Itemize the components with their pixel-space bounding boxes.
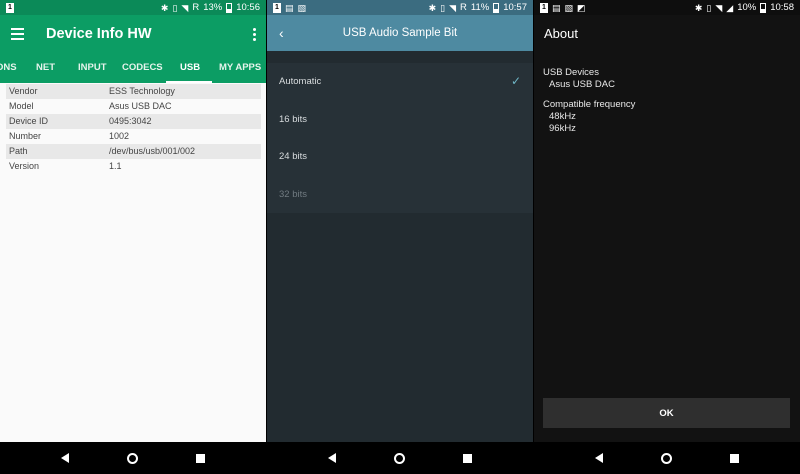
option-24-bits[interactable]: 24 bits — [267, 138, 533, 176]
clock: 10:56 — [236, 2, 260, 13]
wifi-icon: ◥ — [715, 2, 723, 13]
frequency-item: 96kHz — [549, 123, 576, 134]
sample-bit-options: Automatic ✓ 16 bits 24 bits 32 bits — [267, 63, 533, 213]
option-32-bits: 32 bits — [267, 176, 533, 214]
image-icon: ▧ — [564, 2, 574, 13]
tab-bar: ONS NET INPUT CODECS USB MY APPS — [0, 53, 266, 83]
battery-icon — [226, 2, 233, 13]
clock: 10:58 — [770, 2, 794, 13]
frequency-item: 48kHz — [549, 111, 576, 122]
nav-home-icon[interactable] — [661, 452, 672, 464]
tab-indicator — [166, 81, 212, 83]
nav-home-icon[interactable] — [127, 452, 138, 464]
nav-back-icon[interactable] — [328, 453, 336, 463]
usb-info-table: Vendor ESS Technology Model Asus USB DAC D… — [6, 84, 261, 174]
network-indicator: R — [460, 2, 467, 13]
menu-icon[interactable] — [11, 28, 24, 40]
usb-devices-label: USB Devices — [543, 67, 599, 78]
signal-icon: ◢ — [726, 2, 734, 13]
row-key: Version — [9, 161, 40, 171]
row-value: 0495:3042 — [109, 116, 152, 126]
tab-input[interactable]: INPUT — [78, 53, 107, 83]
battery-icon — [760, 2, 767, 13]
nav-back-icon[interactable] — [595, 453, 603, 463]
row-value: ESS Technology — [109, 86, 175, 96]
app-bar: Device Info HW — [0, 15, 266, 53]
battery-percent: 10% — [737, 2, 757, 13]
vibrate-icon: ▯ — [440, 2, 446, 13]
row-value: Asus USB DAC — [109, 101, 172, 111]
about-panel: 1 ▤ ▧ ◩ ✱ ▯ ◥ ◢ 10% 10:58 About USB Devi… — [534, 0, 800, 474]
navigation-bar — [267, 442, 533, 474]
bluetooth-icon: ✱ — [694, 2, 703, 13]
row-value: 1.1 — [109, 161, 122, 171]
dialog-title: USB Audio Sample Bit — [342, 27, 458, 39]
status-bar: 1 ▤ ▧ ✱ ▯ ◥ R 11% 10:57 — [267, 0, 533, 15]
device-info-panel: 1 ✱ ▯ ◥ R 13% 10:56 Device Info HW ONS N… — [0, 0, 266, 474]
nav-recents-icon[interactable] — [463, 453, 472, 463]
status-bar: 1 ▤ ▧ ◩ ✱ ▯ ◥ ◢ 10% 10:58 — [534, 0, 800, 15]
notification-icon: 1 — [6, 2, 14, 13]
more-vert-icon[interactable] — [253, 27, 256, 41]
ok-button[interactable]: OK — [543, 398, 790, 428]
about-content: USB Devices Asus USB DAC Compatible freq… — [543, 67, 635, 135]
navigation-bar — [534, 442, 800, 474]
notification-icon: 1 — [540, 2, 548, 13]
wifi-icon: ◥ — [181, 2, 189, 13]
tab-net[interactable]: NET — [36, 53, 55, 83]
usb-device-name: Asus USB DAC — [549, 79, 615, 90]
option-label: 32 bits — [279, 188, 307, 200]
vibrate-icon: ▯ — [706, 2, 712, 13]
option-label: 24 bits — [279, 151, 307, 162]
frequency-label: Compatible frequency — [543, 99, 636, 110]
option-label: Automatic — [279, 76, 322, 87]
tab-codecs[interactable]: CODECS — [122, 53, 163, 83]
option-16-bits[interactable]: 16 bits — [267, 101, 533, 139]
navigation-bar — [0, 442, 266, 474]
about-title: About — [544, 26, 578, 41]
news-icon: ▤ — [552, 2, 561, 13]
image-icon: ▧ — [297, 2, 307, 13]
nav-back-icon[interactable] — [61, 453, 69, 463]
row-key: Model — [9, 101, 34, 111]
row-key: Path — [9, 146, 28, 156]
battery-percent: 11% — [470, 2, 490, 13]
bluetooth-icon: ✱ — [160, 2, 169, 13]
clock: 10:57 — [503, 2, 527, 13]
app-title: Device Info HW — [46, 26, 152, 42]
tab-ons[interactable]: ONS — [0, 53, 17, 83]
row-key: Vendor — [9, 86, 38, 96]
activity-icon: ◩ — [577, 2, 586, 13]
row-key: Number — [9, 131, 42, 141]
table-row: Path/dev/bus/usb/001/002 — [6, 144, 261, 159]
checkmark-icon: ✓ — [510, 74, 521, 88]
option-label: 16 bits — [279, 113, 307, 125]
table-row: Number 1002 — [6, 129, 261, 144]
row-value: /dev/bus/usb/001/002 — [109, 146, 196, 156]
wifi-icon: ◥ — [449, 2, 457, 13]
table-row: Vendor ESS Technology — [6, 84, 261, 99]
table-row: Version 1.1 — [6, 159, 261, 174]
network-indicator: R — [192, 2, 200, 13]
option-automatic[interactable]: Automatic ✓ — [267, 63, 533, 101]
status-bar: 1 ✱ ▯ ◥ R 13% 10:56 — [0, 0, 266, 15]
nav-home-icon[interactable] — [394, 452, 405, 464]
sample-bit-panel: 1 ▤ ▧ ✱ ▯ ◥ R 11% 10:57 ‹ USB Audio Samp… — [267, 0, 533, 474]
row-value: 1002 — [109, 131, 130, 141]
battery-icon — [493, 2, 500, 13]
news-icon: ▤ — [285, 2, 294, 13]
nav-recents-icon[interactable] — [730, 453, 739, 463]
nav-recents-icon[interactable] — [196, 453, 205, 463]
vibrate-icon: ▯ — [172, 2, 178, 13]
tab-my-apps[interactable]: MY APPS — [219, 53, 261, 83]
tab-usb[interactable]: USB — [180, 53, 200, 83]
bluetooth-icon: ✱ — [428, 2, 437, 13]
dialog-header: ‹ USB Audio Sample Bit — [267, 15, 533, 51]
notification-icon: 1 — [273, 2, 281, 13]
table-row: Device ID 0495:3042 — [6, 114, 261, 129]
table-row: Model Asus USB DAC — [6, 99, 261, 114]
battery-percent: 13% — [203, 2, 223, 13]
row-key: Device ID — [9, 116, 49, 126]
